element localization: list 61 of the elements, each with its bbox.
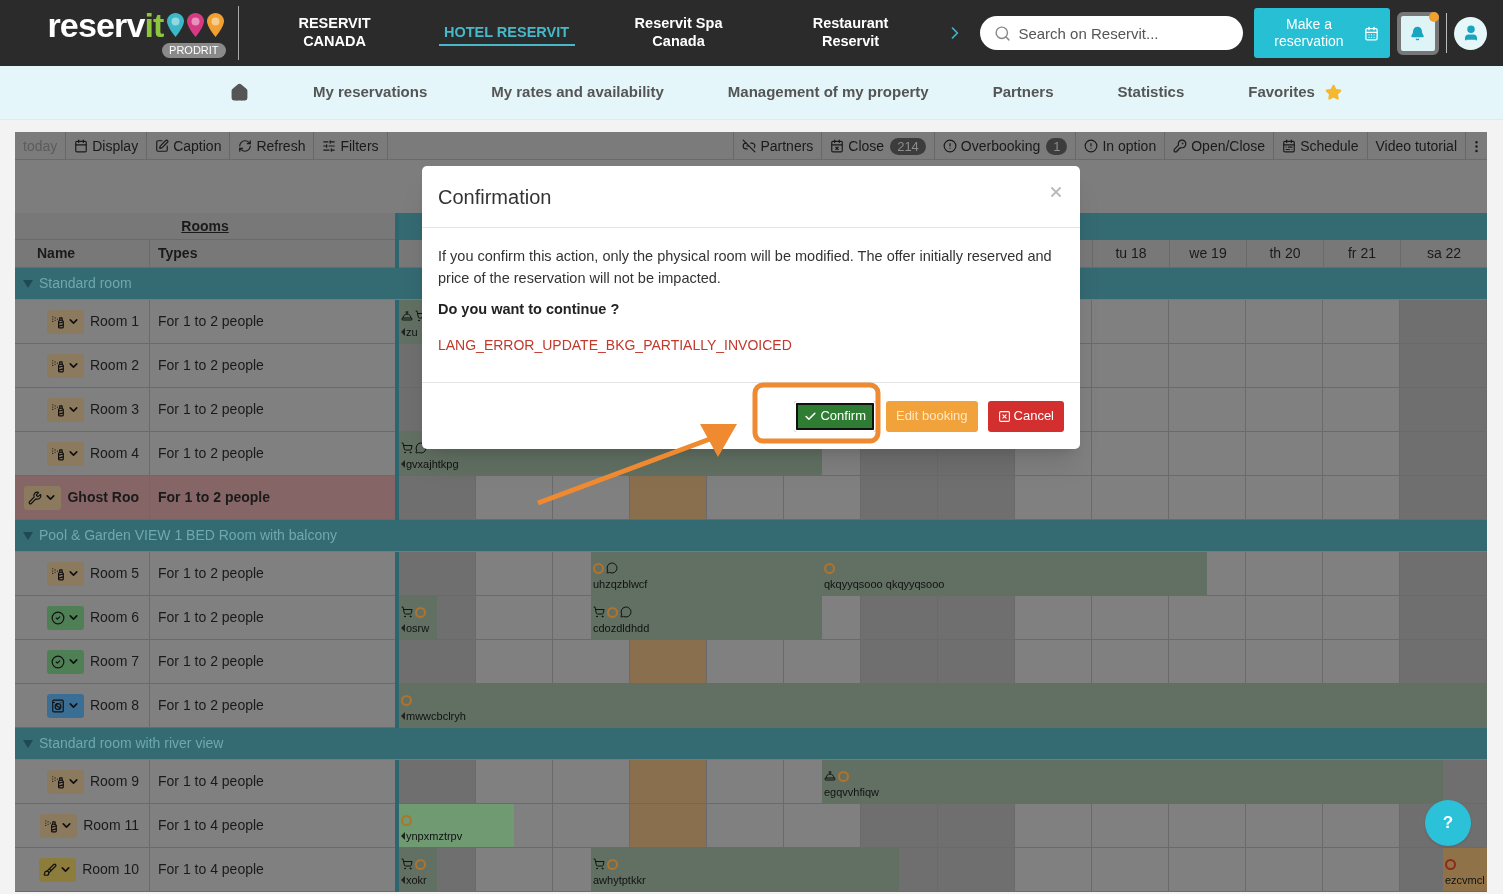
room-name: Room 8 xyxy=(89,696,139,715)
toolbar-label: Partners xyxy=(760,136,814,156)
dialog-question: Do you want to continue ? xyxy=(438,300,621,319)
room-name: Room 3 xyxy=(89,400,139,419)
room-name: Room 9 xyxy=(89,772,139,791)
error-message: LANG_ERROR_UPDATE_BKG_PARTIALLY_INVOICED xyxy=(438,335,793,355)
room-type-name: Pool & Garden VIEW 1 BED Room with balcony xyxy=(39,526,338,545)
room-name: Room 6 xyxy=(89,608,139,627)
booking-name: zu xyxy=(406,325,418,340)
dialog-title: Confirmation xyxy=(438,184,552,210)
booking-name: egqvvhfiqw xyxy=(824,785,880,800)
dialog-message: If you confirm this action, only the physical room will be modified. The offer initially reserved and price of the reservation will not be impacted. xyxy=(438,247,1053,288)
room-type-text: For 1 to 4 people xyxy=(158,816,264,835)
room-type-name: Standard room xyxy=(39,274,132,293)
room-type-text: For 1 to 2 people xyxy=(158,400,264,419)
room-type-text: For 1 to 2 people xyxy=(158,444,264,463)
room-name: Room 11 xyxy=(83,816,139,835)
booking-name: cdozdldhdd xyxy=(593,621,650,636)
room-type-text: For 1 to 2 people xyxy=(158,564,264,583)
room-type-text: For 1 to 2 people xyxy=(158,488,270,507)
room-name: Room 4 xyxy=(89,444,139,463)
room-name: Room 7 xyxy=(89,652,139,671)
day-header: fr 21 xyxy=(1348,244,1376,263)
booking-name: uhzqzblwcf xyxy=(593,577,648,592)
room-type-name: Standard room with river view xyxy=(39,734,224,753)
room-type-text: For 1 to 2 people xyxy=(158,696,264,715)
day-header: sa 22 xyxy=(1426,244,1462,263)
booking-name: awhytptkkr xyxy=(593,873,646,888)
rooms-heading: Rooms xyxy=(181,216,229,236)
toolbar-label: Video tutorial xyxy=(1375,136,1457,156)
room-type-text: For 1 to 2 people xyxy=(158,312,264,331)
booking-name: xokr xyxy=(406,873,427,888)
day-header: th 20 xyxy=(1269,244,1301,263)
toolbar-label: Overbooking xyxy=(960,136,1041,156)
room-type-text: For 1 to 4 people xyxy=(158,772,264,791)
room-name: Room 10 xyxy=(82,860,139,879)
count-badge: 1 xyxy=(1046,137,1068,155)
column-header: Name xyxy=(37,244,76,263)
toolbar-label: Schedule xyxy=(1300,136,1359,156)
count-badge: 214 xyxy=(890,137,926,155)
booking-name: ynpxmztrpv xyxy=(406,829,463,844)
day-header: we 19 xyxy=(1189,244,1227,263)
room-name: Ghost Roo xyxy=(67,488,139,507)
toolbar-label: In option xyxy=(1102,136,1157,156)
room-name: Room 1 xyxy=(89,312,139,331)
room-name: Room 2 xyxy=(89,356,139,375)
booking-name: qkqyyqsooo qkqyyqsooo xyxy=(824,577,945,592)
environment-badge: PRODRIT xyxy=(162,43,226,58)
room-type-text: For 1 to 2 people xyxy=(158,356,264,375)
booking-name: osrw xyxy=(406,621,430,636)
room-type-text: For 1 to 2 people xyxy=(158,652,264,671)
room-name: Room 5 xyxy=(89,564,139,583)
room-type-text: For 1 to 2 people xyxy=(158,608,264,627)
booking-name: mwwcbclryh xyxy=(406,709,466,724)
booking-name: ezcvmcl xyxy=(1445,873,1485,888)
toolbar-label: Close xyxy=(848,136,885,156)
toolbar-label: Open/Close xyxy=(1191,136,1266,156)
column-header: Types xyxy=(158,244,198,263)
day-header: tu 18 xyxy=(1115,244,1147,263)
booking-name: gvxajhtkpg xyxy=(406,457,459,472)
room-type-text: For 1 to 4 people xyxy=(158,860,264,879)
